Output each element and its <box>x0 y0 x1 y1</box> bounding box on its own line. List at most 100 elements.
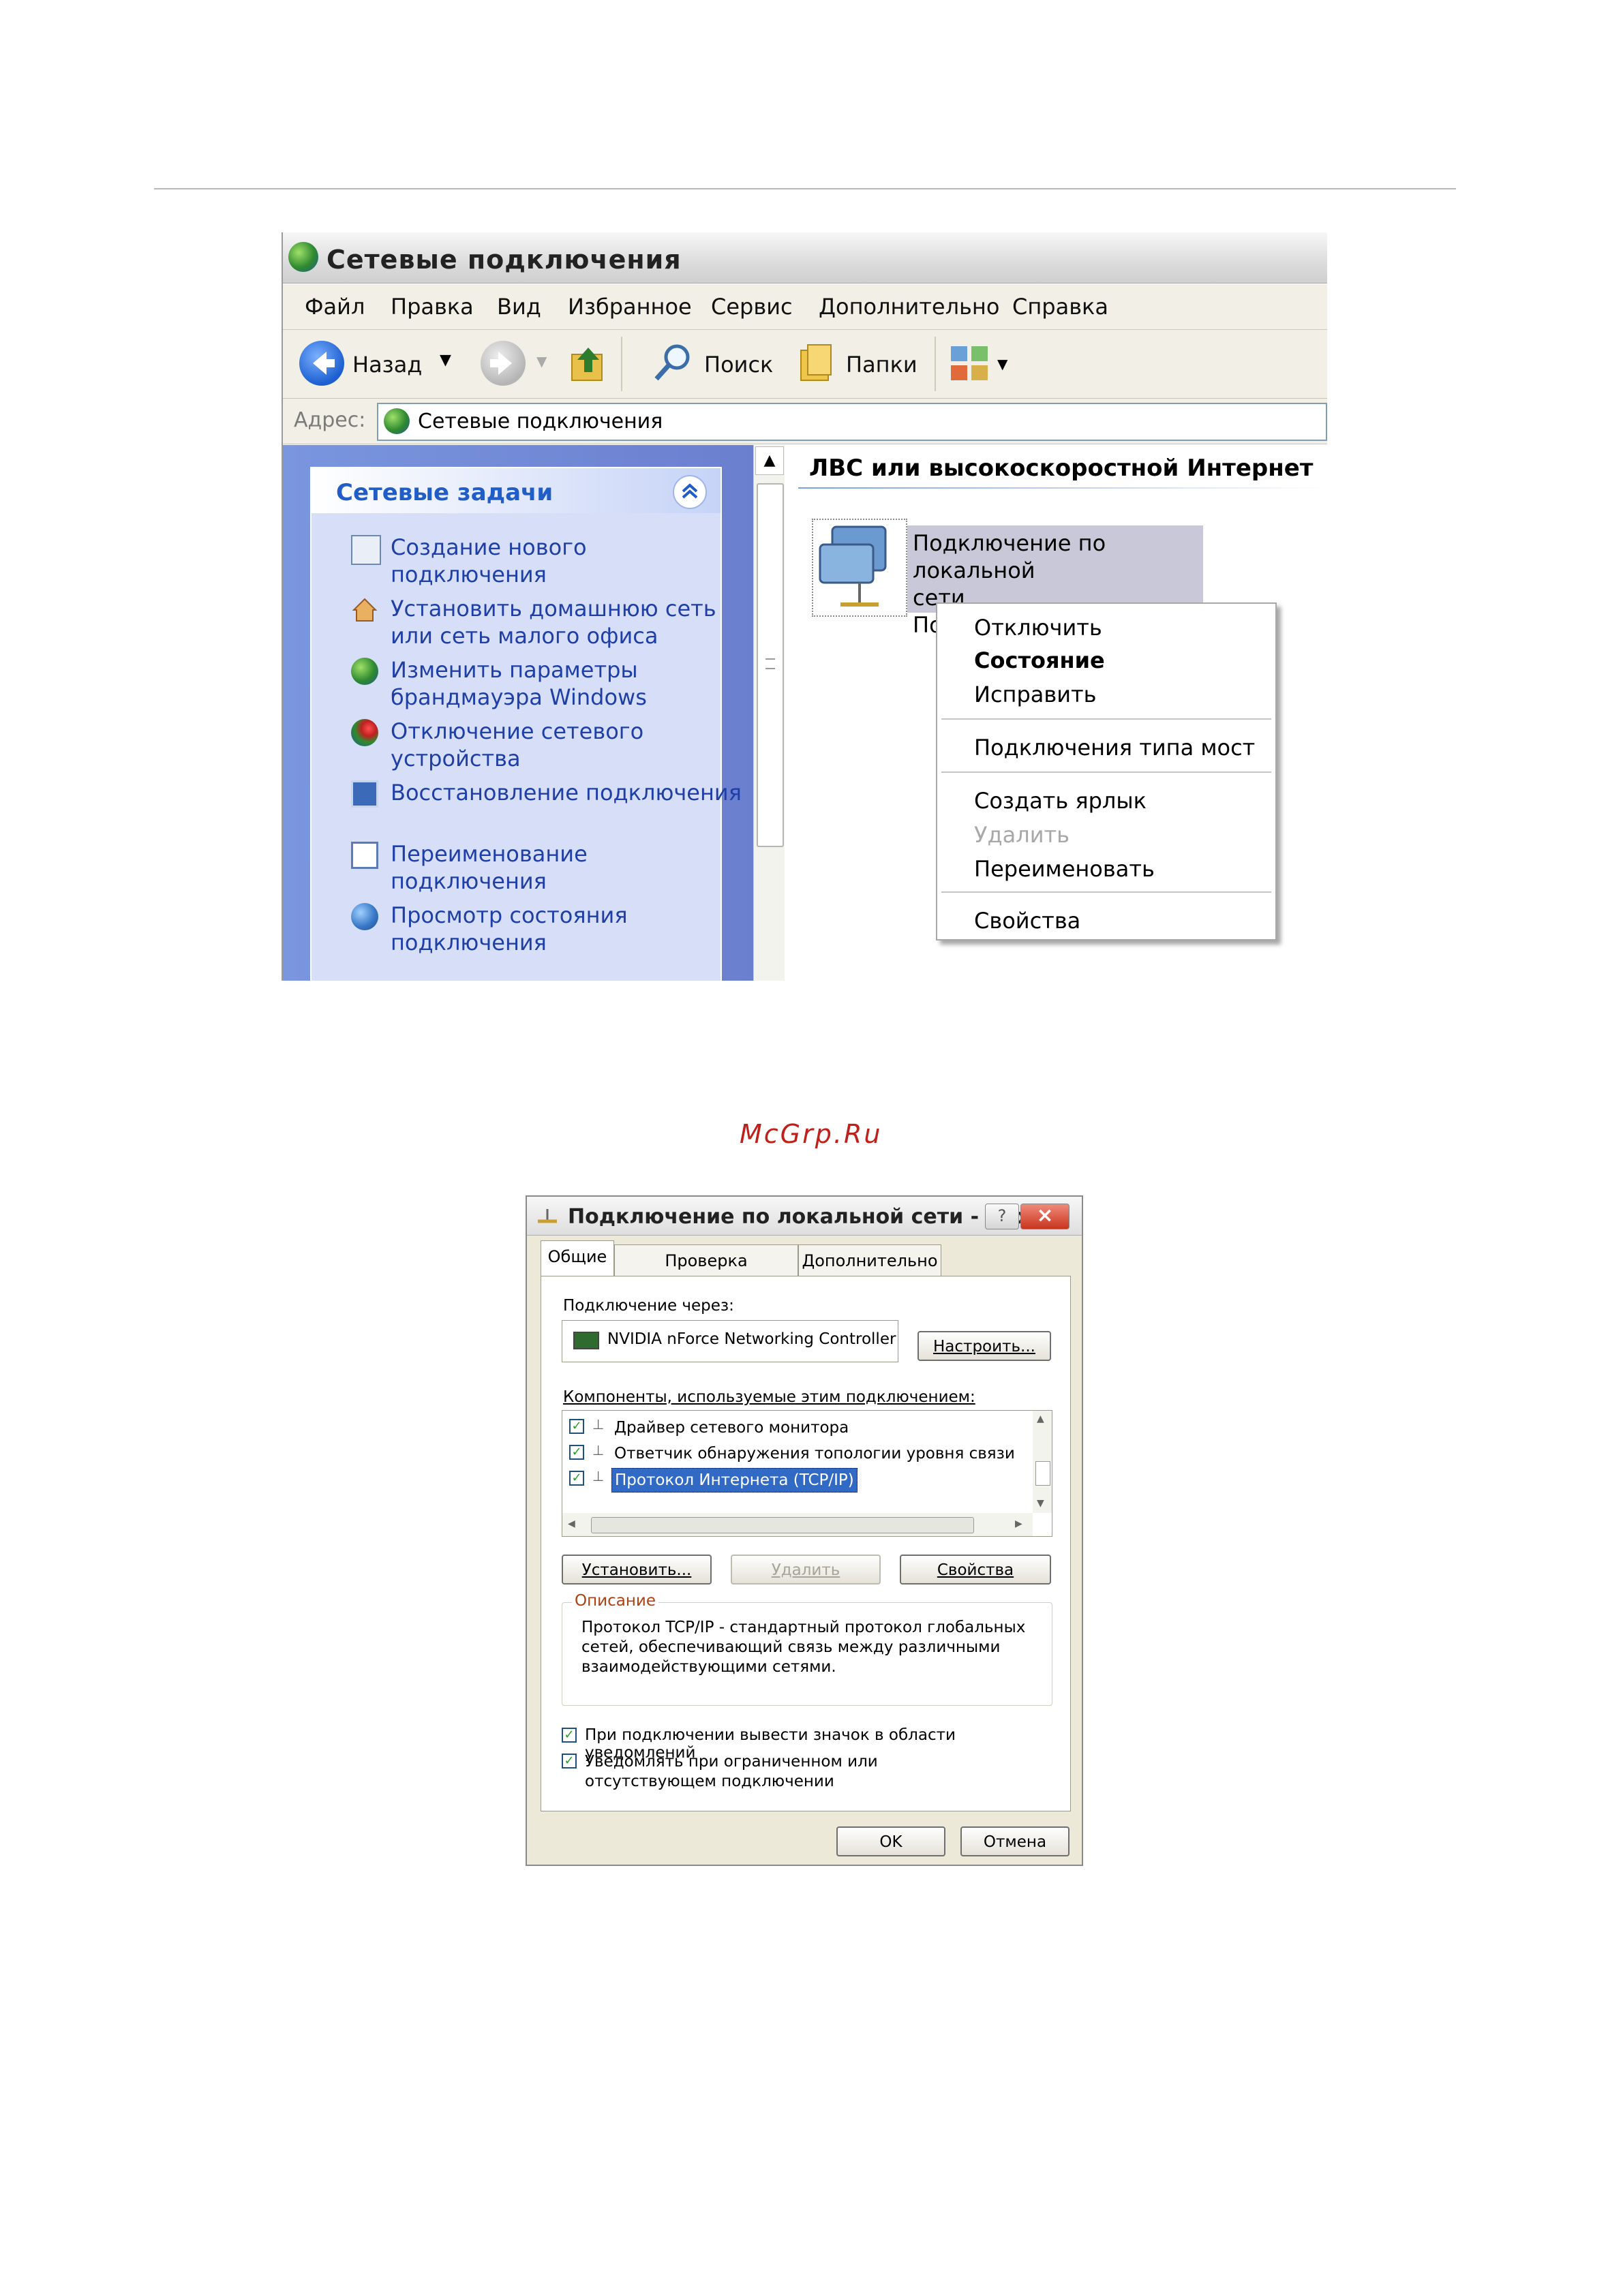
scroll-thumb[interactable] <box>591 1517 974 1533</box>
search-icon <box>651 341 695 384</box>
search-label: Поиск <box>704 352 774 378</box>
back-button[interactable]: Назад <box>299 341 463 387</box>
remove-button-label: Удалить <box>771 1561 840 1579</box>
scroll-thumb[interactable] <box>757 483 784 847</box>
menu-item-disconnect[interactable]: Отключить <box>974 615 1102 641</box>
search-button[interactable]: Поиск <box>651 341 787 387</box>
notify-option[interactable]: ✓ Уведомлять при ограниченном или отсутс… <box>562 1751 1052 1794</box>
address-label: Адрес: <box>294 408 366 432</box>
component-label: Драйвер сетевого монитора <box>614 1419 849 1437</box>
components-vscrollbar[interactable]: ▲ ▼ <box>1033 1411 1052 1513</box>
scroll-left-icon[interactable]: ◀ <box>568 1518 575 1529</box>
tab-general[interactable]: Общие <box>541 1240 614 1277</box>
network-tasks-header[interactable]: Сетевые задачи <box>312 468 721 513</box>
connection-name-line1: Подключение по локальной <box>913 530 1106 583</box>
help-button[interactable]: ? <box>985 1204 1019 1229</box>
ok-button[interactable]: OK <box>836 1826 945 1856</box>
close-button[interactable]: × <box>1020 1204 1070 1229</box>
new-connection-icon <box>351 535 381 565</box>
menu-help[interactable]: Справка <box>1012 294 1108 320</box>
network-adapter-icon <box>535 1205 560 1227</box>
section-divider <box>798 487 1327 489</box>
adapter-name: NVIDIA nForce Networking Controller <box>607 1330 896 1348</box>
lan-connection-item[interactable] <box>812 519 907 617</box>
forward-dropdown-icon[interactable]: ▼ <box>536 353 547 369</box>
menu-tools[interactable]: Сервис <box>711 294 793 320</box>
task-label: Изменить параметры брандмауэра Windows <box>391 657 647 710</box>
notify-checkbox[interactable]: ✓ <box>562 1754 577 1769</box>
component-checkbox[interactable]: ✓ <box>569 1419 584 1434</box>
network-tasks-panel: Сетевые задачи Создание нового подключен… <box>310 467 742 981</box>
menu-file[interactable]: Файл <box>305 294 365 320</box>
configure-button-label: Настроить... <box>933 1338 1035 1356</box>
general-tab-panel: Подключение через: NVIDIA nForce Network… <box>541 1276 1071 1811</box>
vertical-scrollbar[interactable]: ▲ <box>753 445 785 981</box>
component-icon: ⊥ <box>592 1442 605 1458</box>
toolbar-separator <box>621 337 622 391</box>
disable-device-icon <box>351 719 378 746</box>
menu-favorites[interactable]: Избранное <box>568 294 692 320</box>
components-list: ✓ ⊥ Драйвер сетевого монитора ✓ ⊥ Ответч… <box>562 1410 1052 1537</box>
network-connections-window: Сетевые подключения Файл Правка Вид Избр… <box>282 232 1327 981</box>
adapter-field: NVIDIA nForce Networking Controller <box>562 1320 898 1362</box>
address-field[interactable]: Сетевые подключения <box>377 403 1327 441</box>
show-icon-option[interactable]: ✓ При подключении вывести значок в облас… <box>562 1725 1052 1762</box>
views-button[interactable]: ▼ <box>948 343 1010 384</box>
toolbar-separator <box>935 337 936 391</box>
components-hscrollbar[interactable]: ◀ ▶ <box>562 1513 1033 1536</box>
toolbar: Назад ▼ ▼ Поиск Папки ▼ <box>283 330 1327 399</box>
task-label: Создание нового подключения <box>391 534 587 587</box>
scroll-down-icon[interactable]: ▼ <box>1037 1498 1044 1509</box>
network-connections-icon <box>384 408 410 434</box>
status-icon <box>351 903 378 930</box>
scroll-right-icon[interactable]: ▶ <box>1015 1518 1022 1529</box>
menu-view[interactable]: Вид <box>497 294 541 320</box>
connect-via-label: Подключение через: <box>563 1297 734 1315</box>
grip-icon <box>765 658 775 669</box>
folders-button[interactable]: Папки <box>795 341 932 387</box>
lan-properties-dialog: Подключение по локальной сети - сво... ?… <box>526 1195 1083 1866</box>
window-titlebar: Сетевые подключения <box>283 232 1327 284</box>
properties-button-label: Свойства <box>937 1561 1014 1579</box>
component-icon: ⊥ <box>592 1468 605 1484</box>
menu-edit[interactable]: Правка <box>391 294 474 320</box>
list-item[interactable]: ✓ ⊥ Драйвер сетевого монитора <box>569 1416 1019 1439</box>
scroll-up-icon[interactable]: ▲ <box>755 446 784 475</box>
cancel-button[interactable]: Отмена <box>960 1826 1070 1856</box>
scroll-thumb[interactable] <box>1035 1461 1050 1486</box>
dialog-titlebar: Подключение по локальной сети - сво... ?… <box>527 1197 1082 1236</box>
menu-item-status[interactable]: Состояние <box>974 647 1105 673</box>
menu-separator <box>941 718 1271 720</box>
configure-button[interactable]: Настроить... <box>917 1331 1051 1361</box>
properties-button[interactable]: Свойства <box>900 1555 1051 1585</box>
notify-label: Уведомлять при ограниченном или отсутств… <box>585 1753 878 1790</box>
folder-up-icon[interactable] <box>568 342 611 386</box>
menu-item-repair[interactable]: Исправить <box>974 682 1097 707</box>
menu-item-bridge[interactable]: Подключения типа мост <box>974 735 1255 761</box>
menu-item-create-shortcut[interactable]: Создать ярлык <box>974 788 1147 814</box>
show-icon-checkbox[interactable]: ✓ <box>562 1728 577 1743</box>
menu-advanced[interactable]: Дополнительно <box>819 294 999 320</box>
back-dropdown-icon[interactable]: ▼ <box>440 352 451 369</box>
menu-item-properties[interactable]: Свойства <box>974 908 1080 934</box>
component-checkbox[interactable]: ✓ <box>569 1471 584 1486</box>
list-item[interactable]: ✓ ⊥ Ответчик обнаружения топологии уровн… <box>569 1442 1019 1465</box>
components-label: Компоненты, используемые этим подключени… <box>563 1388 975 1406</box>
rename-icon <box>351 842 378 869</box>
collapse-icon[interactable] <box>673 475 707 509</box>
repair-icon <box>351 780 378 808</box>
tab-advanced[interactable]: Дополнительно <box>798 1244 941 1276</box>
description-groupbox: Описание Протокол TCP/IP - стандартный п… <box>562 1592 1052 1706</box>
install-button[interactable]: Установить... <box>562 1555 712 1585</box>
menu-item-rename[interactable]: Переименовать <box>974 856 1155 882</box>
folders-icon <box>795 341 839 384</box>
watermark-text: McGrp.Ru <box>740 1119 883 1149</box>
component-checkbox[interactable]: ✓ <box>569 1445 584 1460</box>
scroll-up-icon[interactable]: ▲ <box>1037 1413 1044 1424</box>
page-divider <box>154 188 1456 189</box>
section-title: ЛВС или высокоскоростной Интернет <box>809 455 1314 482</box>
tab-authentication[interactable]: Проверка подлинности <box>614 1244 798 1302</box>
back-arrow-icon <box>299 341 344 386</box>
list-item[interactable]: ✓ ⊥ Протокол Интернета (TCP/IP) <box>569 1468 1019 1493</box>
forward-button[interactable] <box>481 341 526 386</box>
